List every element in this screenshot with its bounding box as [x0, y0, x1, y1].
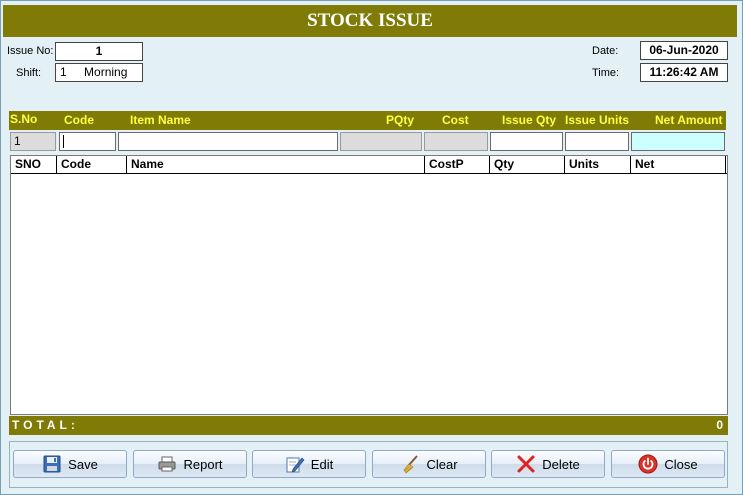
entry-pqty-field [340, 132, 422, 151]
entry-issue-units-input[interactable] [565, 132, 629, 151]
entry-header-bar: S.No Code Item Name PQty Cost Issue Qty … [9, 111, 726, 130]
entry-sno-field: 1 [10, 132, 56, 151]
broom-icon [404, 455, 419, 474]
close-button[interactable]: Close [611, 450, 725, 478]
entry-net-amount-field [631, 132, 725, 151]
total-label: TOTAL: [12, 418, 79, 432]
save-button[interactable]: Save [13, 450, 127, 478]
entry-col-net-amount: Net Amount [655, 113, 723, 127]
shift-name: Morning [84, 65, 128, 79]
printer-icon [158, 456, 176, 472]
entry-issue-qty-input[interactable] [490, 132, 563, 151]
delete-button[interactable]: Delete [491, 450, 605, 478]
entry-item-name-input[interactable] [118, 132, 338, 151]
page-title: STOCK ISSUE [3, 5, 737, 37]
time-label: Time: [592, 67, 620, 79]
text-caret [63, 135, 64, 148]
close-button-label: Close [664, 456, 698, 472]
floppy-disk-icon [43, 455, 61, 473]
date-label: Date: [592, 45, 619, 57]
entry-col-pqty: PQty [386, 113, 415, 127]
entry-col-issue-qty: Issue Qty [502, 113, 557, 127]
grid-col-name[interactable]: Name [127, 156, 425, 173]
grid-col-net[interactable]: Net [631, 156, 726, 173]
grid-header: SNO Code Name CostP Qty Units Net [11, 156, 727, 174]
entry-col-sno: S.No [10, 112, 38, 126]
items-grid[interactable]: SNO Code Name CostP Qty Units Net [10, 155, 728, 415]
grid-col-qty[interactable]: Qty [490, 156, 565, 173]
grid-col-units[interactable]: Units [565, 156, 631, 173]
save-button-label: Save [68, 456, 98, 472]
entry-col-cost: Cost [442, 113, 469, 127]
report-button-label: Report [183, 456, 223, 472]
total-bar: TOTAL: 0 [9, 416, 728, 435]
edit-pencil-icon [286, 457, 305, 473]
issue-no-field[interactable]: 1 [55, 42, 143, 61]
shift-field[interactable]: 1 Morning [55, 63, 143, 82]
shift-number: 1 [60, 65, 67, 79]
entry-col-issue-units: Issue Units [565, 113, 630, 127]
grid-col-sno[interactable]: SNO [11, 156, 57, 173]
stock-issue-window: STOCK ISSUE Issue No: 1 Shift: 1 Morning… [0, 0, 743, 495]
entry-code-input[interactable] [59, 132, 116, 151]
delete-button-label: Delete [542, 456, 580, 472]
issue-no-label: Issue No: [7, 45, 54, 57]
delete-x-icon [517, 455, 535, 473]
edit-button[interactable]: Edit [252, 450, 366, 478]
report-button[interactable]: Report [133, 450, 247, 478]
grid-col-code[interactable]: Code [57, 156, 127, 173]
clear-button[interactable]: Clear [372, 450, 486, 478]
entry-cost-field [424, 132, 488, 151]
clear-button-label: Clear [426, 456, 458, 472]
edit-button-label: Edit [310, 456, 334, 472]
entry-col-code: Code [64, 113, 94, 127]
time-field: 11:26:42 AM [640, 63, 728, 82]
total-value: 0 [716, 418, 723, 432]
date-field[interactable]: 06-Jun-2020 [640, 41, 728, 60]
grid-col-costp[interactable]: CostP [425, 156, 490, 173]
shift-label: Shift: [16, 67, 42, 79]
power-icon [638, 454, 658, 474]
entry-col-item-name: Item Name [130, 113, 191, 127]
